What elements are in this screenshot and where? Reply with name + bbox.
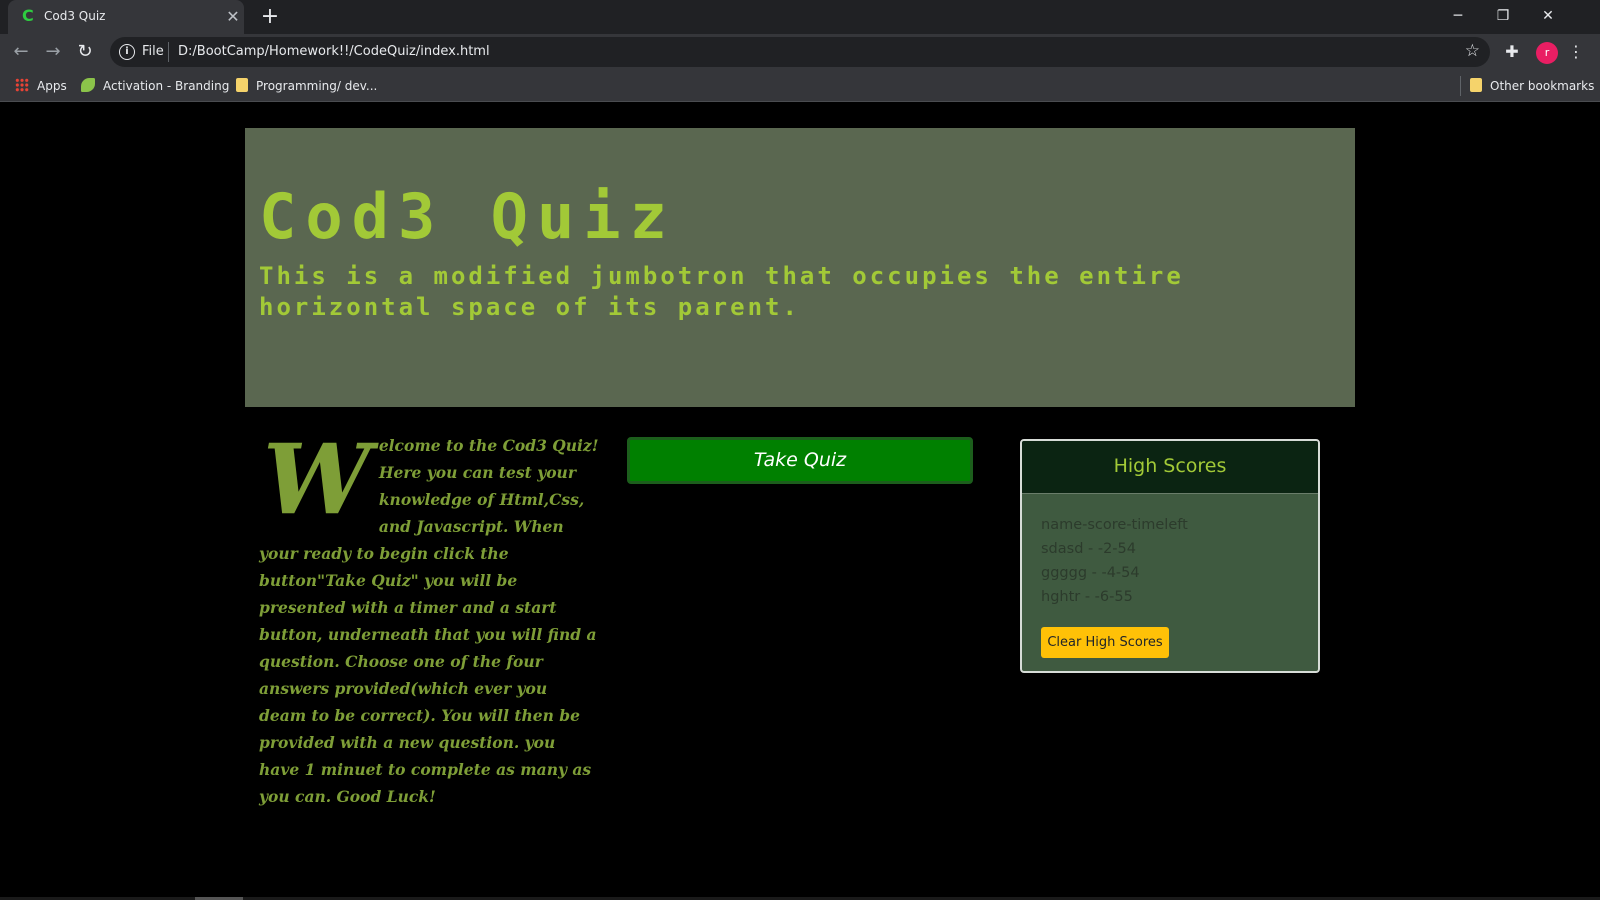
bookmark-other[interactable]: Other bookmarks [1470,78,1594,94]
browser-toolbar: ← → ↻ i File D:/BootCamp/Homework!!/Code… [0,34,1600,70]
scheme-label: File [142,44,164,59]
score-line: sdasd - -2-54 [1041,541,1136,557]
leaf-icon [81,78,95,92]
high-scores-card: High Scores name-score-timeleft sdasd - … [1020,439,1320,673]
folder-icon [236,78,248,92]
minimize-icon[interactable]: ─ [1443,4,1473,28]
bookmark-apps[interactable]: Apps [15,78,67,94]
url-divider [168,42,169,62]
info-icon[interactable]: i [119,44,135,60]
bookmark-programming[interactable]: Programming/ dev... [236,78,377,94]
bookmark-label: Programming/ dev... [256,79,378,93]
page-content: Cod3 Quiz This is a modified jumbotron t… [0,102,1600,900]
menu-icon[interactable]: ⋮ [1566,40,1586,64]
high-scores-header: High Scores [1022,441,1318,494]
jumbotron-subtitle: This is a modified jumbotron that occupi… [259,262,1184,321]
score-line: name-score-timeleft [1041,517,1188,533]
tab-bar: C Cod3 Quiz ✕ + ─ ❐ ✕ [0,0,1600,34]
star-icon[interactable]: ☆ [1465,41,1480,61]
score-line: hghtr - -6-55 [1041,589,1133,605]
address-bar[interactable]: i File D:/BootCamp/Homework!!/CodeQuiz/i… [110,37,1490,67]
reload-icon[interactable]: ↻ [73,40,97,64]
extensions-icon[interactable]: ✚ [1502,42,1522,62]
bookmark-label: Apps [37,79,67,93]
site-favicon-icon: C [22,6,34,25]
bookmark-label: Activation - Branding [103,79,230,93]
high-scores-list: name-score-timeleft sdasd - -2-54 ggggg … [1022,494,1318,609]
bookmarks-bar: Apps Activation - Branding Programming/ … [0,70,1600,102]
close-icon[interactable]: ✕ [224,8,242,26]
welcome-text: W elcome to the Cod3 Quiz! Here you can … [259,432,599,810]
apps-grid-icon [15,78,29,92]
score-line: ggggg - -4-54 [1041,565,1140,581]
forward-icon[interactable]: → [41,40,65,64]
clear-high-scores-button[interactable]: Clear High Scores [1041,627,1169,658]
plus-icon[interactable]: + [258,6,282,30]
url-text[interactable]: D:/BootCamp/Homework!!/CodeQuiz/index.ht… [178,44,490,59]
bookmark-activation-branding[interactable]: Activation - Branding [81,78,229,94]
avatar[interactable]: r [1536,42,1558,64]
high-scores-title: High Scores [1113,455,1227,477]
folder-icon [1470,78,1482,92]
jumbotron: Cod3 Quiz This is a modified jumbotron t… [245,128,1355,407]
tab-title: Cod3 Quiz [44,9,106,23]
page-title: Cod3 Quiz [259,180,676,253]
bookmark-label: Other bookmarks [1490,79,1595,93]
back-icon[interactable]: ← [9,40,33,64]
window-close-icon[interactable]: ✕ [1533,4,1563,28]
bookmarks-divider [1460,76,1461,96]
dropcap-letter: W [263,423,371,536]
restore-icon[interactable]: ❐ [1488,4,1518,28]
take-quiz-button[interactable]: Take Quiz [627,437,973,484]
browser-tab[interactable]: C Cod3 Quiz ✕ [8,0,244,34]
